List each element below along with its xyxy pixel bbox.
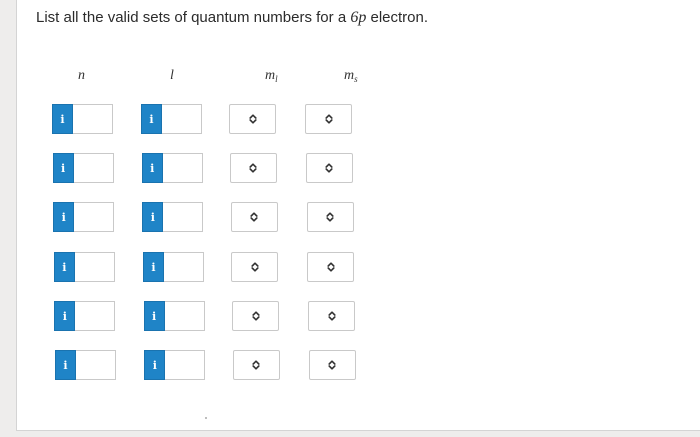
info-n-icon[interactable]: i [54,301,76,331]
question-text: List all the valid sets of quantum numbe… [36,9,429,26]
up-down-chevron-icon [230,105,275,133]
column-header-ms: ms [344,68,358,84]
info-n-icon[interactable]: i [55,350,76,380]
ml-select[interactable] [231,252,279,282]
info-l-icon[interactable]: i [143,301,165,331]
l-input[interactable] [162,104,202,134]
info-l-icon[interactable]: i [142,202,164,232]
l-input[interactable] [162,153,203,183]
ms-select[interactable] [306,202,354,232]
n-input[interactable] [74,252,115,282]
info-n-icon[interactable]: i [52,153,74,183]
up-down-chevron-icon [231,154,276,182]
info-n-icon[interactable]: i [53,252,75,282]
up-down-chevron-icon [232,203,277,231]
ms-select[interactable] [308,301,356,331]
ms-select[interactable] [305,153,353,183]
ml-select[interactable] [229,104,276,134]
info-l-icon[interactable]: i [141,153,163,183]
ms-select[interactable] [307,252,355,282]
answer-row: ii [0,153,700,185]
l-input[interactable] [163,202,204,232]
info-l-icon[interactable]: i [142,252,164,282]
answer-row: ii [0,301,700,333]
up-down-chevron-icon [308,203,353,231]
answer-row: ii [0,104,700,136]
column-header-n: n [78,68,85,83]
ms-select[interactable] [305,104,352,134]
info-n-icon[interactable]: i [52,104,73,134]
l-input[interactable] [164,301,205,331]
ml-select[interactable] [229,153,277,183]
ml-select[interactable] [232,301,280,331]
up-down-chevron-icon [234,351,279,379]
ml-select[interactable] [230,202,278,232]
answer-row: ii [0,350,700,382]
up-down-chevron-icon [233,302,278,330]
ml-select[interactable] [232,350,280,380]
up-down-chevron-icon [307,154,352,182]
info-l-icon[interactable]: i [144,350,166,380]
n-input[interactable] [76,350,116,380]
up-down-chevron-icon [310,351,355,379]
answer-row: ii [0,202,700,234]
up-down-chevron-icon [232,253,277,281]
l-input[interactable] [165,350,206,380]
info-n-icon[interactable]: i [53,202,75,232]
info-l-icon[interactable]: i [141,104,162,134]
n-input[interactable] [73,153,114,183]
answer-row: ii [0,252,700,284]
up-down-chevron-icon [308,253,353,281]
ms-select[interactable] [308,350,356,380]
l-input[interactable] [163,252,204,282]
up-down-chevron-icon [309,302,354,330]
stray-dot [205,417,207,419]
n-input[interactable] [74,202,115,232]
up-down-chevron-icon [306,105,351,133]
column-header-l: l [170,68,174,83]
orbital-label: 6p [350,9,367,26]
n-input[interactable] [75,301,116,331]
n-input[interactable] [73,104,113,134]
column-header-ml: ml [265,68,278,84]
